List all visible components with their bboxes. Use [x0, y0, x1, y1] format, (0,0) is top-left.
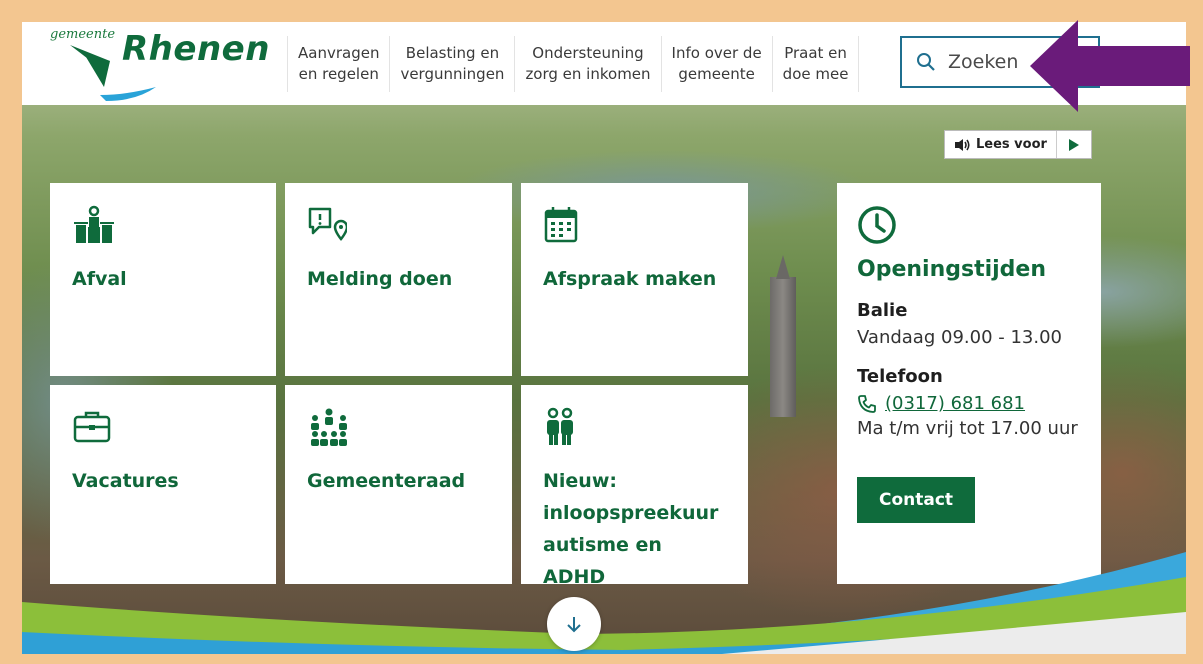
tile-afspraak-maken[interactable]: Afspraak maken — [521, 183, 748, 376]
council-people-icon — [311, 408, 347, 446]
phone-link[interactable]: (0317) 681 681 — [857, 393, 1081, 414]
site-logo[interactable]: gemeente Rhenen — [50, 27, 269, 101]
balie-hours: Vandaag 09.00 - 13.00 — [857, 327, 1062, 348]
phone-icon — [858, 394, 876, 413]
church-tower-photo — [770, 277, 796, 417]
tile-label: Vacatures — [72, 470, 179, 492]
balie-heading: Balie — [857, 300, 908, 321]
play-icon — [1068, 138, 1079, 151]
tile-label: Afspraak maken — [543, 268, 717, 290]
two-people-icon — [547, 407, 573, 445]
tile-label: Afval — [72, 268, 127, 290]
nav-praat-mee[interactable]: Praat en doe mee — [773, 36, 860, 92]
calendar-icon — [544, 207, 578, 243]
tile-afval[interactable]: Afval — [50, 183, 276, 376]
opening-hours-title: Openingstijden — [857, 257, 1047, 282]
annotation-arrow-icon — [1030, 20, 1190, 112]
nav-info-gemeente[interactable]: Info over de gemeente — [662, 36, 773, 92]
search-icon[interactable] — [916, 52, 936, 72]
phone-number[interactable]: (0317) 681 681 — [885, 393, 1025, 414]
speaker-icon — [955, 138, 970, 151]
logo-small-text: gemeente — [50, 27, 116, 42]
waste-bins-icon — [74, 205, 114, 243]
logo-mark-icon — [70, 45, 156, 101]
nav-aanvragen[interactable]: Aanvragen en regelen — [287, 36, 391, 92]
scroll-down-button[interactable] — [547, 597, 601, 651]
telefoon-heading: Telefoon — [857, 366, 943, 387]
tile-label: Gemeenteraad — [307, 470, 466, 492]
read-aloud-label: Lees voor — [976, 137, 1047, 152]
main-nav: Aanvragen en regelen Belasting en vergun… — [287, 36, 860, 92]
tile-melding-doen[interactable]: Melding doen — [285, 183, 512, 376]
nav-ondersteuning[interactable]: Ondersteuning zorg en inkomen — [515, 36, 662, 92]
read-aloud-button[interactable]: Lees voor — [945, 131, 1056, 158]
nav-belasting[interactable]: Belasting en vergunningen — [390, 36, 516, 92]
read-aloud-widget: Lees voor — [944, 130, 1092, 159]
briefcase-icon — [73, 411, 111, 443]
contact-button[interactable]: Contact — [857, 477, 976, 523]
tile-label: Melding doen — [307, 268, 453, 290]
report-location-icon — [308, 207, 347, 241]
clock-icon — [858, 206, 896, 244]
arrow-down-icon — [567, 617, 581, 633]
play-button[interactable] — [1055, 131, 1091, 158]
page-viewport: gemeente Rhenen Aanvragen en regelen Bel… — [22, 22, 1186, 654]
decorative-waves — [22, 552, 1186, 654]
phone-hours: Ma t/m vrij tot 17.00 uur — [857, 418, 1078, 439]
